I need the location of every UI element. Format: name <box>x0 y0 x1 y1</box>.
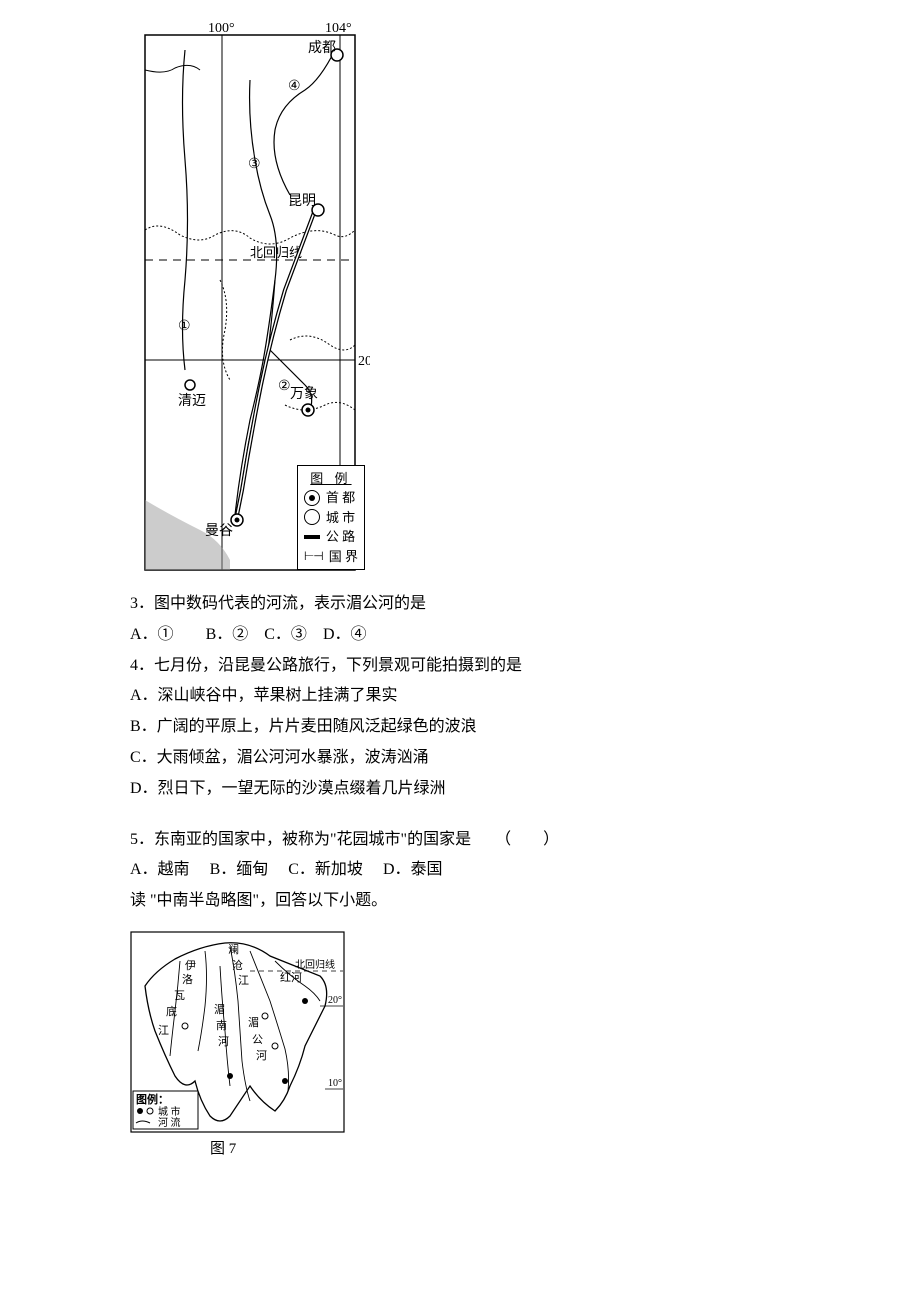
road-symbol-icon <box>304 535 320 539</box>
city-vientiane: 万象 <box>290 386 318 402</box>
city-chengdu: 成都 <box>308 40 336 56</box>
map2-caption: 图 7 <box>210 1136 860 1163</box>
legend-capital: 首 都 <box>326 488 355 508</box>
m2-mk2: 公 <box>252 1034 263 1046</box>
lon-100: 100° <box>208 21 235 36</box>
legend-border: 国 界 <box>329 547 358 567</box>
m2-lat20: 20° <box>328 995 342 1006</box>
map1-legend: 图 例 首 都 城 市 公 路 ⊢⊣ 国 界 <box>297 465 365 571</box>
q3-opt-a: A．① <box>130 626 174 643</box>
m2-irr3: 瓦 <box>174 990 185 1002</box>
question-3-options: A．① B．② C．③ D．④ <box>130 621 860 650</box>
m2-cp1: 湄 <box>214 1003 225 1016</box>
map2: 北回归线 20° 10° 伊 洛 瓦 底 江 澜 沧 <box>130 931 345 1133</box>
q4-opt-a: A．深山峡谷中，苹果树上挂满了果实 <box>130 682 860 711</box>
m2-red1: 红河 <box>280 971 302 984</box>
marker-1: ① <box>178 319 191 334</box>
map1-container: 100° 104° 北回归线 20° <box>130 20 860 575</box>
q5-opt-c: C．新加坡 <box>288 861 363 878</box>
m2-legend-city: 城 市 <box>158 1105 181 1118</box>
q4-opt-c: C．大雨倾盆，湄公河河水暴涨，波涛汹涌 <box>130 744 860 773</box>
m2-lan2: 沧 <box>232 958 243 972</box>
lon-104: 104° <box>325 21 352 36</box>
q5-opt-b: B．缅甸 <box>210 861 269 878</box>
m2-lan3: 江 <box>238 974 249 987</box>
m2-legend-title: 图例： <box>136 1092 169 1106</box>
border-symbol-icon: ⊢⊣ <box>304 547 323 565</box>
m2-cp2: 南 <box>216 1019 227 1032</box>
m2-mk1: 湄 <box>248 1016 259 1029</box>
q5-opt-a: A．越南 <box>130 861 190 878</box>
marker-2: ② <box>278 379 291 394</box>
q3-opt-c: C．③ <box>264 626 307 643</box>
question-5-text: 5．东南亚的国家中，被称为"花园城市"的国家是 （ ） <box>130 826 860 855</box>
m2-irr1: 伊 <box>185 959 196 972</box>
q4-opt-d: D．烈日下，一望无际的沙漠点缀着几片绿洲 <box>130 775 860 804</box>
q3-opt-d: D．④ <box>323 626 367 643</box>
map2-svg: 北回归线 20° 10° 伊 洛 瓦 底 江 澜 沧 <box>130 931 345 1133</box>
m2-irr4: 底 <box>166 1004 177 1018</box>
capital-symbol-icon <box>304 490 320 506</box>
question-3-text: 3．图中数码代表的河流，表示湄公河的是 <box>130 590 860 619</box>
q4-opt-b: B．广阔的平原上，片片麦田随风泛起绿色的波浪 <box>130 713 860 742</box>
m2-cp3: 河 <box>218 1035 229 1048</box>
marker-3: ③ <box>248 157 261 172</box>
city-bangkok: 曼谷 <box>205 523 233 539</box>
q3-opt-b: B．② <box>206 626 249 643</box>
legend-title: 图 例 <box>304 469 358 489</box>
legend-city: 城 市 <box>326 508 355 528</box>
legend-road: 公 路 <box>326 527 355 547</box>
instruction-2: 读 "中南半岛略图"，回答以下小题。 <box>130 887 860 916</box>
m2-irr5: 江 <box>158 1024 169 1037</box>
m2-legend-river: 河 流 <box>158 1116 181 1129</box>
question-5-options: A．越南 B．缅甸 C．新加坡 D．泰国 <box>130 856 860 885</box>
city-kunming: 昆明 <box>288 194 316 209</box>
m2-irr2: 洛 <box>182 972 193 986</box>
q5-opt-d: D．泰国 <box>383 861 443 878</box>
lat-20: 20° <box>358 354 370 369</box>
map2-container: 北回归线 20° 10° 伊 洛 瓦 底 江 澜 沧 <box>130 931 860 1163</box>
map1: 100° 104° 北回归线 20° <box>130 20 370 575</box>
city-symbol-icon <box>304 509 320 525</box>
question-4-text: 4．七月份，沿昆曼公路旅行，下列景观可能拍摄到的是 <box>130 652 860 681</box>
m2-lan1: 澜 <box>228 942 239 956</box>
m2-lat10: 10° <box>328 1078 342 1089</box>
m2-mk3: 河 <box>256 1049 267 1062</box>
marker-4: ④ <box>288 79 301 94</box>
city-chiangmai: 清迈 <box>178 393 206 409</box>
